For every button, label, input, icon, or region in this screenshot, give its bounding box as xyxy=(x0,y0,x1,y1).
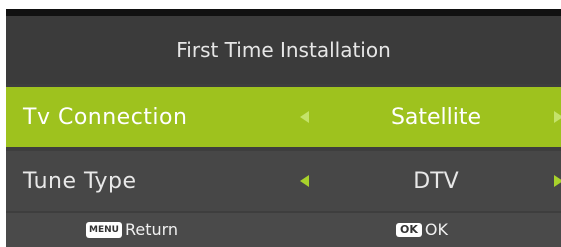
menu-key-icon: MENU xyxy=(86,221,122,238)
title-bar: First Time Installation xyxy=(6,16,561,84)
top-border xyxy=(6,9,561,16)
tv-connection-value: Satellite xyxy=(390,104,482,130)
arrow-left-icon[interactable] xyxy=(300,111,309,123)
tune-type-value: DTV xyxy=(413,168,459,194)
tv-connection-label: Tv Connection xyxy=(23,104,188,130)
return-label: Return xyxy=(124,220,179,239)
ok-label: OK xyxy=(424,220,448,239)
ok-hint[interactable]: OK OK xyxy=(396,220,448,239)
page-title: First Time Installation xyxy=(176,38,391,62)
arrow-left-icon[interactable] xyxy=(300,175,309,187)
tv-installation-screen: First Time Installation Tv Connection Sa… xyxy=(6,9,561,247)
footer-hints: MENU Return OK OK xyxy=(6,213,561,247)
ok-key-icon: OK xyxy=(396,222,422,237)
arrow-right-icon[interactable] xyxy=(554,175,561,187)
return-hint[interactable]: MENU Return xyxy=(86,220,178,239)
tune-type-label: Tune Type xyxy=(23,168,137,194)
tune-type-row[interactable]: Tune Type DTV xyxy=(6,151,561,211)
tv-connection-row[interactable]: Tv Connection Satellite xyxy=(6,87,561,147)
arrow-right-icon[interactable] xyxy=(554,111,561,123)
